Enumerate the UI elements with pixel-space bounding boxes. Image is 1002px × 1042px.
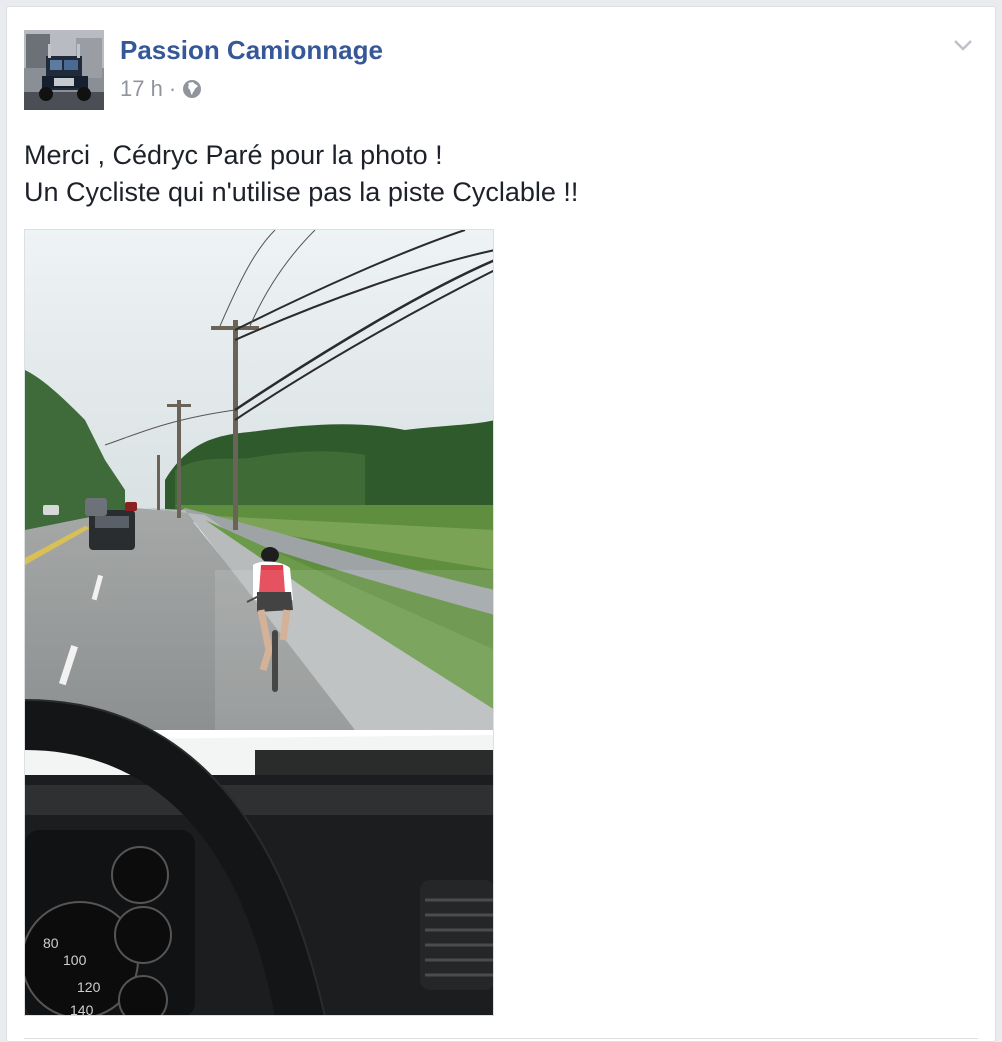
speedo-label: 140 bbox=[70, 1002, 94, 1016]
globe-icon[interactable] bbox=[182, 79, 202, 99]
truck-avatar-icon bbox=[24, 30, 104, 110]
post-timestamp[interactable]: 17 h bbox=[120, 76, 163, 102]
page-avatar[interactable] bbox=[24, 30, 104, 110]
post-message: Merci , Cédryc Paré pour la photo ! Un C… bbox=[24, 137, 578, 211]
meta-separator: · bbox=[168, 76, 177, 101]
message-line: Merci , Cédryc Paré pour la photo ! bbox=[24, 140, 443, 170]
post-card: Passion Camionnage 17 h · Merci , Cédryc… bbox=[6, 6, 996, 1042]
chevron-down-icon[interactable] bbox=[951, 37, 975, 53]
page-name-link[interactable]: Passion Camionnage bbox=[120, 35, 383, 66]
speedo-label: 80 bbox=[43, 935, 59, 951]
speedo-label: 100 bbox=[63, 952, 87, 968]
footer-divider bbox=[24, 1038, 978, 1039]
speedo-label: 120 bbox=[77, 979, 101, 995]
post-photo[interactable]: 80 100 120 140 bbox=[24, 229, 494, 1016]
post-meta: 17 h · bbox=[120, 76, 202, 102]
road-photo: 80 100 120 140 bbox=[25, 230, 493, 1016]
message-line: Un Cycliste qui n'utilise pas la piste C… bbox=[24, 177, 579, 207]
